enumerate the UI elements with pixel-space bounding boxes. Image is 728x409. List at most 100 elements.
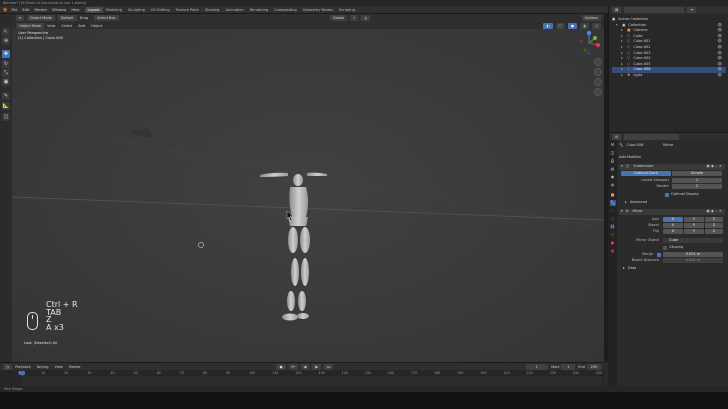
tab-animation[interactable]: Animation bbox=[222, 7, 246, 13]
editor-type-button[interactable]: ▾ bbox=[16, 15, 24, 21]
data-section[interactable]: ▸ Data bbox=[619, 266, 725, 272]
tab-geometry-nodes[interactable]: Geometry Nodes bbox=[300, 7, 336, 13]
bisect-y-toggle[interactable]: Y bbox=[684, 223, 704, 229]
expand-icon[interactable]: ▸ bbox=[625, 200, 627, 204]
play-reverse-button[interactable]: ◀ bbox=[300, 363, 310, 370]
move-tool-icon[interactable]: ✥ bbox=[2, 50, 10, 58]
annotate-tool-icon[interactable]: ✎ bbox=[2, 92, 10, 100]
cursor-tool-icon[interactable]: ⊕ bbox=[2, 37, 10, 45]
start-frame-field[interactable]: 1 bbox=[561, 363, 576, 370]
expand-icon[interactable]: ▸ bbox=[623, 266, 625, 270]
scene-tab-icon[interactable]: ◉ bbox=[610, 174, 616, 180]
tab-layout[interactable]: Layout bbox=[84, 6, 103, 13]
mirror-modifier-header[interactable]: ▾ ⧉ Mirror ▣ ◉ ⌄ ✕ bbox=[619, 209, 725, 215]
axis-z-toggle[interactable]: Z bbox=[705, 217, 723, 223]
outliner-search-input[interactable] bbox=[624, 7, 685, 13]
subdivision-modifier-header[interactable]: ▾ ◫ Subdivision ▣ ◉ ⌄ ✕ bbox=[619, 164, 725, 170]
object-mode-selector[interactable]: Object Mode bbox=[16, 22, 45, 29]
jump-start-button[interactable]: ⏮ bbox=[288, 363, 298, 370]
object-mode-dropdown[interactable]: Object Mode bbox=[26, 15, 55, 21]
properties-editor-type[interactable]: ⚙ bbox=[612, 133, 622, 140]
physics-tab-icon[interactable]: ◌ bbox=[610, 216, 616, 222]
properties-search-input[interactable] bbox=[624, 133, 680, 140]
menu-marker[interactable]: Marker bbox=[69, 365, 81, 369]
modifier-tab-icon[interactable]: 🔧 bbox=[609, 200, 616, 206]
world-tab-icon[interactable]: ◍ bbox=[610, 182, 616, 188]
visibility-icon[interactable]: 👁 bbox=[717, 73, 722, 79]
tab-shading[interactable]: Shading bbox=[202, 7, 223, 13]
catmull-clark-button[interactable]: Catmull-Clark bbox=[621, 171, 671, 177]
modifier-display-icons[interactable]: ▣ ◉ ⌄ ✕ bbox=[706, 164, 722, 170]
shading-material-button[interactable]: ◑ bbox=[579, 22, 589, 29]
flip-z-toggle[interactable]: Z bbox=[705, 229, 723, 235]
tab-sculpting[interactable]: Sculpting bbox=[125, 7, 148, 13]
optimal-display-checkbox[interactable] bbox=[665, 192, 669, 197]
flip-x-toggle[interactable]: X bbox=[663, 229, 683, 235]
menu-edit[interactable]: Edit bbox=[22, 8, 29, 12]
menu-keying[interactable]: Keying bbox=[37, 365, 49, 369]
merge-distance-field[interactable]: 0.001 m bbox=[663, 252, 723, 258]
material-tab-icon[interactable]: ● bbox=[610, 240, 616, 246]
menu-view[interactable]: View bbox=[47, 24, 55, 28]
auto-key-toggle[interactable]: ● bbox=[276, 363, 286, 370]
constraints-tab-icon[interactable]: ⛓ bbox=[610, 224, 616, 230]
menu-file[interactable]: File bbox=[11, 8, 17, 12]
measure-tool-icon[interactable]: 📐 bbox=[2, 102, 10, 110]
zoom-view-icon[interactable] bbox=[594, 58, 602, 66]
orientation-dropdown[interactable]: Default bbox=[57, 15, 77, 21]
bisect-x-toggle[interactable]: X bbox=[663, 223, 683, 229]
outliner-display-mode[interactable]: ▤ bbox=[612, 7, 622, 13]
render-tab-icon[interactable]: ◫ bbox=[610, 150, 616, 156]
menu-select[interactable]: Select bbox=[61, 24, 72, 28]
particles-tab-icon[interactable]: ∴ bbox=[610, 208, 616, 214]
modifier-display-icons[interactable]: ▣ ◉ ⌄ ✕ bbox=[706, 209, 722, 215]
clipping-checkbox[interactable] bbox=[663, 245, 667, 250]
add-cube-tool-icon[interactable]: ◫ bbox=[2, 113, 10, 121]
pan-view-icon[interactable] bbox=[594, 68, 602, 76]
tool-tab-icon[interactable]: ⚒ bbox=[610, 142, 616, 148]
tab-texture-paint[interactable]: Texture Paint bbox=[173, 7, 202, 13]
timeline-editor-type[interactable]: ◷ bbox=[3, 363, 13, 370]
mirror-object-field[interactable]: Cube bbox=[663, 238, 723, 244]
collapse-icon[interactable]: ▾ bbox=[621, 209, 623, 213]
shading-rendered-button[interactable]: ○ bbox=[591, 22, 601, 29]
shading-solid-button[interactable]: ● bbox=[567, 22, 577, 29]
levels-viewport-field[interactable]: 1 bbox=[672, 178, 722, 184]
perspective-toggle-icon[interactable] bbox=[594, 88, 602, 96]
menu-render[interactable]: Render bbox=[34, 8, 47, 12]
axis-x-toggle[interactable]: X bbox=[663, 217, 683, 223]
snap-toggle[interactable]: ⌖ bbox=[350, 15, 359, 21]
camera-view-icon[interactable] bbox=[594, 78, 602, 86]
texture-tab-icon[interactable]: ▦ bbox=[610, 248, 616, 254]
blender-logo-icon[interactable]: ◉ bbox=[3, 7, 7, 13]
object-tab-icon[interactable]: ■ bbox=[610, 192, 616, 198]
xray-toggle[interactable]: ▢ bbox=[555, 22, 565, 29]
transform-tool-icon[interactable]: ▣ bbox=[2, 78, 10, 86]
outliner-filter-icon[interactable]: ⏷ bbox=[687, 7, 697, 13]
menu-playback[interactable]: Playback bbox=[15, 365, 31, 369]
tab-scripting[interactable]: Scripting bbox=[336, 7, 358, 13]
flip-y-toggle[interactable]: Y bbox=[684, 229, 704, 235]
overlay-toggle[interactable]: ◐ bbox=[543, 22, 553, 29]
scale-tool-icon[interactable]: ⤡ bbox=[2, 69, 10, 77]
advanced-section[interactable]: ▸ Advanced bbox=[619, 200, 725, 206]
add-modifier-button[interactable]: Add Modifier bbox=[619, 155, 641, 159]
jump-end-button[interactable]: ⏭ bbox=[324, 363, 334, 370]
render-levels-field[interactable]: 2 bbox=[672, 184, 722, 190]
menu-view-timeline[interactable]: View bbox=[54, 365, 62, 369]
expand-icon[interactable]: ▸ bbox=[621, 73, 626, 79]
tab-modeling[interactable]: Modeling bbox=[103, 7, 125, 13]
bisect-distance-field[interactable]: 0.001 m bbox=[663, 258, 723, 264]
axis-y-toggle[interactable]: Y bbox=[684, 217, 704, 223]
view-layer-tab-icon[interactable]: ▤ bbox=[610, 166, 616, 172]
tab-rendering[interactable]: Rendering bbox=[247, 7, 271, 13]
navigation-gizmo[interactable] bbox=[576, 30, 602, 56]
select-box-dropdown[interactable]: Select Box bbox=[94, 15, 119, 21]
mirror-name-field[interactable]: Mirror bbox=[633, 209, 643, 213]
transform-global-dropdown[interactable]: Global bbox=[329, 15, 348, 21]
menu-add[interactable]: Add bbox=[78, 24, 85, 28]
merge-checkbox[interactable] bbox=[657, 252, 661, 257]
current-frame-field[interactable]: 1 bbox=[525, 363, 548, 370]
rotate-tool-icon[interactable]: ↻ bbox=[2, 60, 10, 68]
simple-button[interactable]: Simple bbox=[672, 171, 722, 177]
